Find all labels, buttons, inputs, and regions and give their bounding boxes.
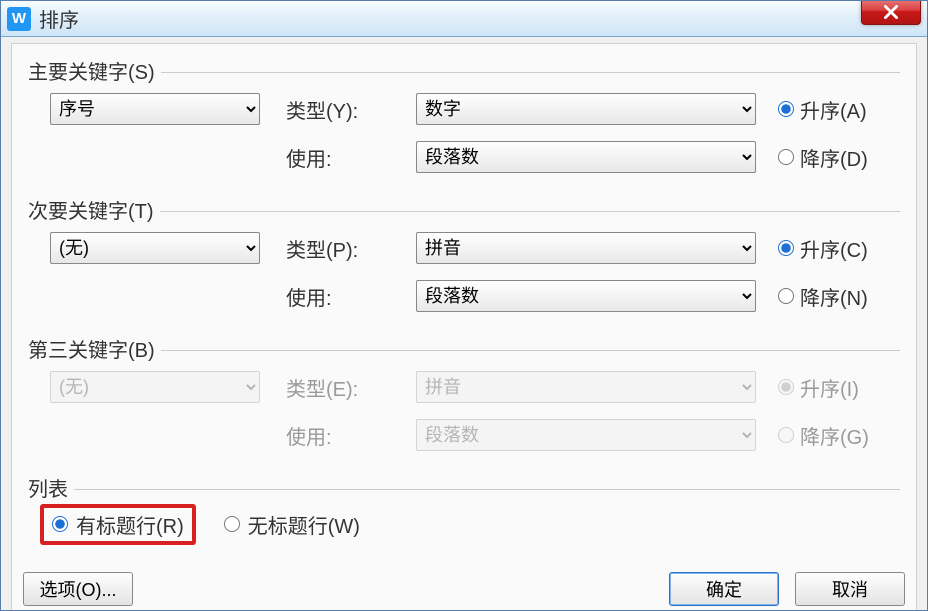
third-desc-radio: 降序(G) [766, 421, 896, 450]
group-primary: 主要关键字(S) 序号 类型(Y): 数字 [28, 56, 900, 181]
secondary-use-select[interactable]: 段落数 [416, 280, 756, 312]
group-secondary: 次要关键字(T) (无) 类型(P): 拼音 [28, 195, 900, 320]
divider [160, 211, 900, 212]
legend-primary: 主要关键字(S) [28, 56, 155, 85]
app-icon: W [7, 7, 31, 31]
primary-use-label: 使用: [278, 143, 416, 172]
no-header-radio[interactable]: 无标题行(W) [224, 510, 360, 539]
dialog-body: 主要关键字(S) 序号 类型(Y): 数字 [1, 37, 927, 610]
secondary-use-label: 使用: [278, 282, 416, 311]
panel: 主要关键字(S) 序号 类型(Y): 数字 [11, 43, 917, 611]
primary-use-select[interactable]: 段落数 [416, 141, 756, 173]
cancel-button[interactable]: 取消 [795, 572, 905, 606]
primary-type-select[interactable]: 数字 [416, 93, 756, 125]
titlebar: W 排序 [1, 1, 927, 37]
divider [161, 72, 900, 73]
highlight-has-header: 有标题行(R) [40, 504, 196, 545]
divider [74, 489, 900, 490]
primary-key-select[interactable]: 序号 [50, 93, 260, 125]
third-use-label: 使用: [278, 421, 416, 450]
dialog-title: 排序 [39, 4, 79, 33]
third-use-select: 段落数 [416, 419, 756, 451]
third-key-select: (无) [50, 371, 260, 403]
ok-button[interactable]: 确定 [669, 572, 779, 606]
secondary-type-select[interactable]: 拼音 [416, 232, 756, 264]
secondary-desc-radio[interactable]: 降序(N) [766, 282, 896, 311]
primary-asc-radio[interactable]: 升序(A) [766, 95, 896, 124]
has-header-radio[interactable]: 有标题行(R) [52, 510, 184, 539]
divider [161, 350, 900, 351]
footer: 选项(O)... 确定 取消 [23, 572, 905, 611]
options-button[interactable]: 选项(O)... [23, 572, 133, 606]
third-type-label: 类型(E): [278, 373, 416, 402]
close-button[interactable] [861, 0, 921, 25]
third-type-select: 拼音 [416, 371, 756, 403]
primary-type-label: 类型(Y): [278, 95, 416, 124]
legend-secondary: 次要关键字(T) [28, 195, 154, 224]
secondary-asc-radio[interactable]: 升序(C) [766, 234, 896, 263]
secondary-type-label: 类型(P): [278, 234, 416, 263]
legend-list: 列表 [28, 473, 68, 502]
group-list: 列表 有标题行(R) 无标题行(W) [28, 473, 900, 546]
close-icon [884, 5, 898, 19]
secondary-key-select[interactable]: (无) [50, 232, 260, 264]
legend-third: 第三关键字(B) [28, 334, 155, 363]
group-third: 第三关键字(B) (无) 类型(E): 拼音 [28, 334, 900, 459]
sort-dialog: W 排序 主要关键字(S) 序号 类型(Y): [0, 0, 928, 611]
third-asc-radio: 升序(I) [766, 373, 896, 402]
primary-desc-radio[interactable]: 降序(D) [766, 143, 896, 172]
